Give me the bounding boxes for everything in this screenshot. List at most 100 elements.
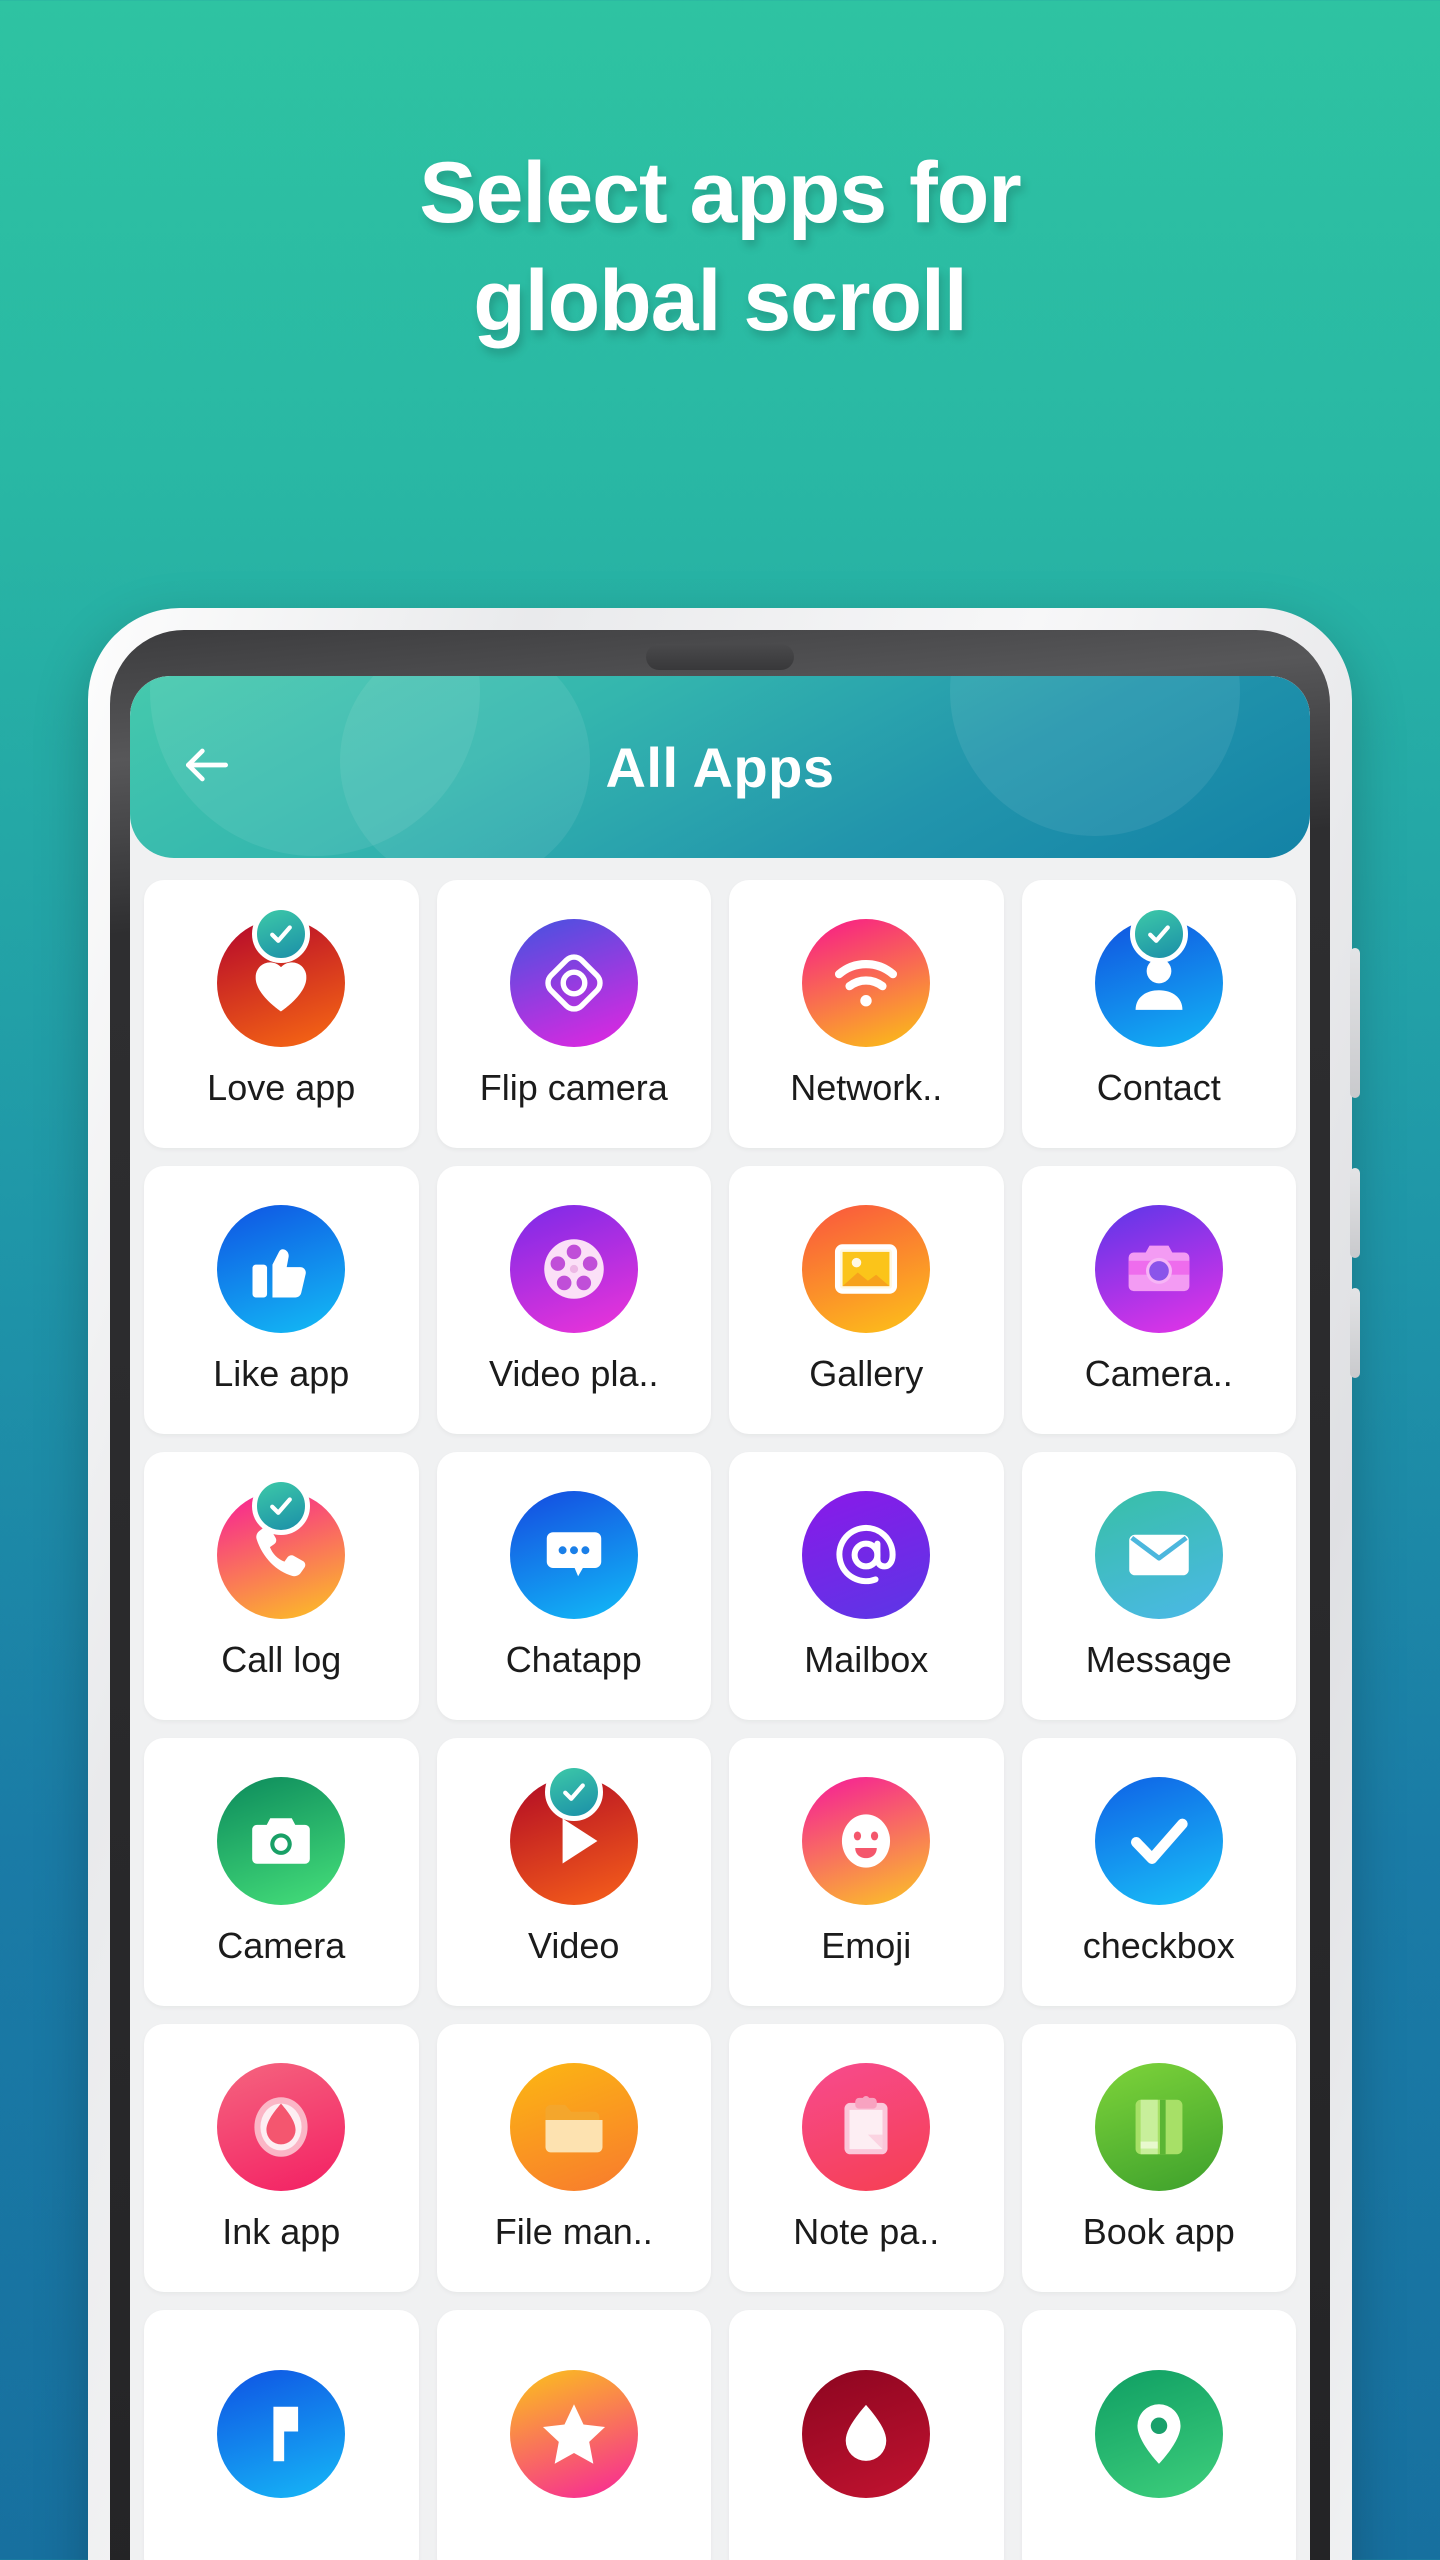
- app-tile-label: Book app: [1082, 2211, 1235, 2252]
- app-tile[interactable]: Note pa..: [729, 2024, 1004, 2292]
- image-icon: [802, 1205, 931, 1333]
- app-icon-wrapper: [1094, 1491, 1223, 1619]
- app-tile[interactable]: Camera: [144, 1738, 419, 2006]
- envelope-icon: [1094, 1491, 1223, 1619]
- app-tile-label: Love app: [207, 1067, 356, 1108]
- app-tile[interactable]: Contact: [1021, 880, 1296, 1148]
- app-tile[interactable]: checkbox: [1021, 1738, 1296, 2006]
- app-icon-wrapper: [217, 2370, 346, 2498]
- app-tile[interactable]: Network..: [729, 880, 1004, 1148]
- app-icon-wrapper: [217, 1777, 346, 1905]
- app-icon-wrapper: [217, 2063, 346, 2191]
- promo-headline-line-1: Select apps for: [419, 145, 1022, 241]
- app-tile-label: Call log: [221, 1639, 342, 1680]
- app-tile-label: Message: [1085, 1639, 1232, 1680]
- app-icon-wrapper: [1094, 2370, 1223, 2498]
- app-icon-wrapper: [802, 1777, 931, 1905]
- phone-volume-up-button[interactable]: [1350, 1168, 1360, 1258]
- selected-check-badge-icon[interactable]: [544, 1763, 603, 1821]
- app-tile[interactable]: Video: [436, 1738, 711, 2006]
- promo-headline: Select apps for global scroll: [0, 150, 1440, 344]
- phone-screen: All Apps Love app Flip camera Network.. Con…: [130, 676, 1310, 2560]
- app-tile[interactable]: Book app: [1021, 2024, 1296, 2292]
- app-icon-wrapper: [802, 1491, 931, 1619]
- app-tile[interactable]: Video pla..: [436, 1166, 711, 1434]
- selected-check-badge-icon[interactable]: [252, 905, 311, 963]
- wifi-icon: [802, 919, 931, 1047]
- app-icon-wrapper: [509, 1205, 638, 1333]
- check-mark-icon: [1094, 1777, 1223, 1905]
- location-icon: [1094, 2370, 1223, 2498]
- app-tile[interactable]: File man..: [436, 2024, 711, 2292]
- app-icon-wrapper: [509, 919, 638, 1047]
- phone-power-button[interactable]: [1350, 948, 1360, 1098]
- app-icon-wrapper: [1094, 2063, 1223, 2191]
- app-tile[interactable]: Message: [1021, 1452, 1296, 1720]
- app-tile[interactable]: [1021, 2310, 1296, 2560]
- app-tile[interactable]: [144, 2310, 419, 2560]
- flip-camera-icon: [509, 919, 638, 1047]
- app-tile-label: Network..: [790, 1067, 943, 1108]
- earpiece-speaker-icon: [646, 644, 794, 670]
- app-tile-label: Video pla..: [489, 1353, 659, 1394]
- app-tile[interactable]: Gallery: [729, 1166, 1004, 1434]
- app-bar-title: All Apps: [605, 735, 835, 799]
- app-icon-wrapper: [802, 2370, 931, 2498]
- app-tile[interactable]: Chatapp: [436, 1452, 711, 1720]
- film-reel-icon: [509, 1205, 638, 1333]
- app-icon-wrapper: [1094, 905, 1223, 1047]
- app-tile-label: Chatapp: [505, 1639, 642, 1680]
- app-grid: Love app Flip camera Network.. Contact Like …: [130, 858, 1310, 2560]
- app-icon-wrapper: [509, 2063, 638, 2191]
- app-tile-label: Note pa..: [793, 2211, 940, 2252]
- app-tile[interactable]: Flip camera: [436, 880, 711, 1148]
- app-icon-wrapper: [217, 905, 346, 1047]
- app-tile-label: Gallery: [809, 1353, 924, 1394]
- app-tile[interactable]: Camera..: [1021, 1166, 1296, 1434]
- app-tile[interactable]: Like app: [144, 1166, 419, 1434]
- drop-icon: [802, 2370, 931, 2498]
- app-tile-label: Contact: [1096, 1067, 1221, 1108]
- folder-icon: [509, 2063, 638, 2191]
- app-tile-label: Like app: [213, 1353, 350, 1394]
- selected-check-badge-icon[interactable]: [252, 1477, 311, 1535]
- app-tile-label: Video: [528, 1925, 620, 1966]
- app-icon-wrapper: [509, 1763, 638, 1905]
- app-icon-wrapper: [802, 2063, 931, 2191]
- app-tile-label: File man..: [494, 2211, 653, 2252]
- app-tile-label: Camera: [217, 1925, 346, 1966]
- app-tile[interactable]: Call log: [144, 1452, 419, 1720]
- app-icon-wrapper: [1094, 1777, 1223, 1905]
- app-icon-wrapper: [217, 1477, 346, 1619]
- app-tile-label: Camera..: [1084, 1353, 1233, 1394]
- camera-icon: [1094, 1205, 1223, 1333]
- app-icon-wrapper: [217, 1205, 346, 1333]
- app-tile[interactable]: [436, 2310, 711, 2560]
- flag-icon: [217, 2370, 346, 2498]
- smiley-icon: [802, 1777, 931, 1905]
- selected-check-badge-icon[interactable]: [1129, 905, 1188, 963]
- app-tile[interactable]: Love app: [144, 880, 419, 1148]
- app-bar: All Apps: [130, 676, 1310, 858]
- app-tile[interactable]: Emoji: [729, 1738, 1004, 2006]
- app-icon-wrapper: [802, 1205, 931, 1333]
- phone-bezel: All Apps Love app Flip camera Network.. Con…: [110, 630, 1330, 2560]
- thumbs-up-icon: [217, 1205, 346, 1333]
- app-tile[interactable]: Ink app: [144, 2024, 419, 2292]
- phone-mockup: All Apps Love app Flip camera Network.. Con…: [88, 608, 1360, 2560]
- app-tile[interactable]: Mailbox: [729, 1452, 1004, 1720]
- app-tile-label: Flip camera: [479, 1067, 668, 1108]
- app-tile-label: Ink app: [222, 2211, 341, 2252]
- chat-bubble-icon: [509, 1491, 638, 1619]
- star-icon: [509, 2370, 638, 2498]
- app-tile-label: checkbox: [1082, 1925, 1235, 1966]
- promo-headline-line-2: global scroll: [473, 253, 968, 349]
- at-sign-icon: [802, 1491, 931, 1619]
- app-icon-wrapper: [1094, 1205, 1223, 1333]
- app-tile-label: Mailbox: [804, 1639, 929, 1680]
- app-tile[interactable]: [729, 2310, 1004, 2560]
- clipboard-icon: [802, 2063, 931, 2191]
- ink-drop-icon: [217, 2063, 346, 2191]
- app-icon-wrapper: [802, 919, 931, 1047]
- phone-volume-down-button[interactable]: [1350, 1288, 1360, 1378]
